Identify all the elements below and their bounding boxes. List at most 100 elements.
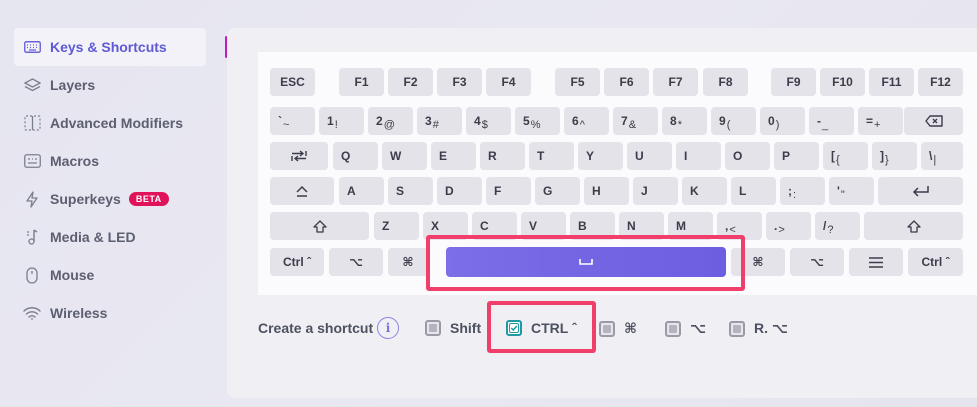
key-f11[interactable]: F11 <box>869 68 914 96</box>
key-w[interactable]: W <box>382 142 427 170</box>
key-f5[interactable]: F5 <box>555 68 600 96</box>
key-punct-0[interactable]: ;: <box>780 177 825 205</box>
key-num-9[interactable]: 9( <box>711 107 756 135</box>
key-esc[interactable]: ESC <box>270 68 315 96</box>
key-q[interactable]: Q <box>333 142 378 170</box>
menu-key[interactable] <box>849 248 903 276</box>
key-l[interactable]: L <box>731 177 776 205</box>
ctrl-checkbox[interactable] <box>506 320 522 336</box>
key-punct-z-1[interactable]: . > <box>766 212 811 240</box>
cmd-checkbox[interactable] <box>599 320 615 337</box>
key-label: Q <box>341 149 351 163</box>
sidebar-item-advanced-modifiers[interactable]: Advanced Modifiers <box>14 104 206 142</box>
key-label: 7 <box>621 114 628 128</box>
key-f3[interactable]: F3 <box>437 68 482 96</box>
key-num-8[interactable]: 8 * <box>662 107 707 135</box>
sidebar-item-macros[interactable]: Macros <box>14 142 206 180</box>
left-alt-key[interactable]: ⌥ <box>329 248 383 276</box>
key-label: Y <box>586 149 595 163</box>
key-label: D <box>445 184 454 198</box>
left-shift-key[interactable] <box>270 212 369 240</box>
key-num-0[interactable]: ` ~ <box>270 107 315 135</box>
key-f4[interactable]: F4 <box>486 68 531 96</box>
sidebar-item-media-led[interactable]: Media & LED <box>14 218 206 256</box>
modifier-ctrl[interactable]: CTRL ˆ <box>506 320 577 336</box>
sidebar-item-keys-shortcuts[interactable]: Keys & Shortcuts <box>14 28 206 66</box>
shift-checkbox[interactable] <box>425 320 441 336</box>
key-k[interactable]: K <box>682 177 727 205</box>
tab-icon <box>291 150 307 162</box>
key-f10[interactable]: F10 <box>820 68 865 96</box>
enter-key[interactable] <box>878 177 963 205</box>
key-s[interactable]: S <box>388 177 433 205</box>
sidebar-item-superkeys[interactable]: Superkeys BETA <box>14 180 206 218</box>
sidebar-item-label: Keys & Shortcuts <box>50 39 167 55</box>
key-h[interactable]: H <box>584 177 629 205</box>
key-f12[interactable]: F12 <box>918 68 963 96</box>
key-label: ] <box>880 149 884 163</box>
info-icon[interactable]: i <box>377 317 399 339</box>
modifier-cmd[interactable]: ⌘ <box>599 320 637 337</box>
right-ctrl-key[interactable]: Ctrl ˆ <box>908 248 963 276</box>
key-num-5[interactable]: 5% <box>515 107 560 135</box>
left-cmd-key[interactable]: ⌘ <box>388 248 428 276</box>
key-j[interactable]: J <box>633 177 678 205</box>
key-num-11[interactable]: - _ <box>809 107 854 135</box>
key-num-7[interactable]: 7 & <box>613 107 658 135</box>
left-ctrl-key[interactable]: Ctrl ˆ <box>270 248 324 276</box>
key-t[interactable]: T <box>529 142 574 170</box>
key-label: 5 <box>523 114 530 128</box>
key-d[interactable]: D <box>437 177 482 205</box>
key-e[interactable]: E <box>431 142 476 170</box>
right-shift-key[interactable] <box>864 212 963 240</box>
key-r[interactable]: R <box>480 142 525 170</box>
key-shift-label: " <box>840 189 845 201</box>
caps-lock-key[interactable] <box>270 177 334 205</box>
key-f[interactable]: F <box>486 177 531 205</box>
key-backslash[interactable]: \ | <box>921 142 963 170</box>
key-num-12[interactable]: = + <box>858 107 903 135</box>
modifier-alt[interactable]: ⌥ <box>665 320 706 337</box>
key-label: O <box>733 149 743 163</box>
key-num-4[interactable]: 4 $ <box>466 107 511 135</box>
key-bracket-0[interactable]: [{ <box>823 142 868 170</box>
key-f9[interactable]: F9 <box>771 68 816 96</box>
key-punct-1[interactable]: ' " <box>829 177 874 205</box>
backspace-key[interactable] <box>904 107 963 135</box>
key-bracket-1[interactable]: ]} <box>872 142 917 170</box>
key-f2[interactable]: F2 <box>388 68 433 96</box>
key-label: F2 <box>403 75 418 89</box>
key-shift-label: ( <box>726 119 731 131</box>
sidebar-item-mouse[interactable]: Mouse <box>14 256 206 294</box>
wifi-icon <box>22 303 42 323</box>
key-z[interactable]: Z <box>374 212 419 240</box>
modifier-right-alt[interactable]: R. ⌥ <box>729 320 788 337</box>
key-a[interactable]: A <box>339 177 384 205</box>
key-num-3[interactable]: 3 # <box>417 107 462 135</box>
key-y[interactable]: Y <box>578 142 623 170</box>
layers-icon <box>22 75 42 95</box>
key-num-2[interactable]: 2 @ <box>368 107 413 135</box>
key-f6[interactable]: F6 <box>604 68 649 96</box>
key-i[interactable]: I <box>676 142 721 170</box>
modifier-shift[interactable]: Shift <box>425 320 481 336</box>
key-p[interactable]: P <box>774 142 819 170</box>
sidebar-item-layers[interactable]: Layers <box>14 66 206 104</box>
key-f1[interactable]: F1 <box>339 68 384 96</box>
key-label: , <box>725 219 729 233</box>
key-num-6[interactable]: 6 ^ <box>564 107 609 135</box>
space-key-highlight <box>426 235 745 291</box>
key-punct-z-2[interactable]: /? <box>815 212 860 240</box>
right-alt-key[interactable]: ⌥ <box>790 248 844 276</box>
key-o[interactable]: O <box>725 142 770 170</box>
key-num-10[interactable]: 0) <box>760 107 805 135</box>
sidebar-item-wireless[interactable]: Wireless <box>14 294 206 332</box>
key-g[interactable]: G <box>535 177 580 205</box>
key-num-1[interactable]: 1! <box>319 107 364 135</box>
key-f8[interactable]: F8 <box>703 68 748 96</box>
tab-key[interactable] <box>270 142 328 170</box>
key-u[interactable]: U <box>627 142 672 170</box>
alt-checkbox[interactable] <box>665 320 681 337</box>
key-f7[interactable]: F7 <box>653 68 698 96</box>
right-alt-checkbox[interactable] <box>729 320 745 337</box>
